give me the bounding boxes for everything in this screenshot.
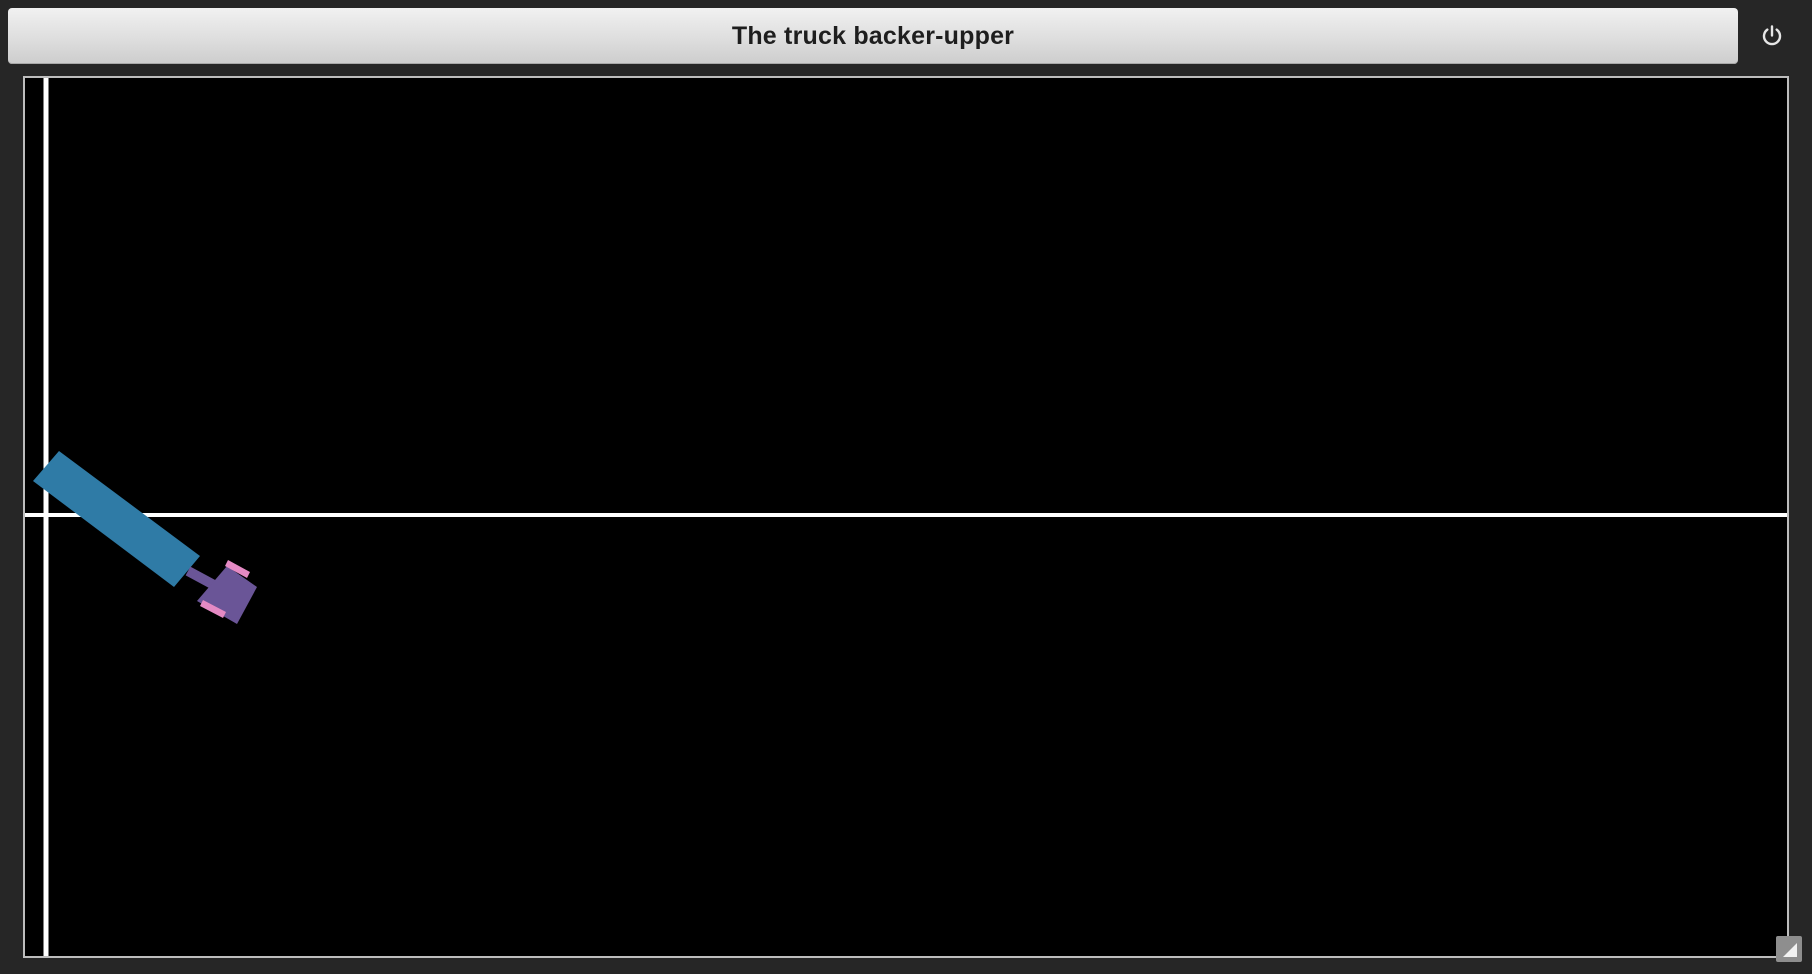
resize-grip-icon (1783, 943, 1797, 957)
truck (33, 451, 257, 624)
power-icon (1762, 25, 1782, 46)
trailer (33, 451, 200, 587)
app-window: The truck backer-upper (0, 0, 1812, 974)
simulation-canvas[interactable] (23, 76, 1789, 958)
title-bar: The truck backer-upper (8, 8, 1738, 64)
hitch (185, 566, 217, 590)
window-title: The truck backer-upper (731, 21, 1015, 50)
resize-handle[interactable] (1776, 936, 1802, 962)
simulation-drawing (25, 78, 1787, 956)
power-button[interactable] (1740, 8, 1804, 64)
